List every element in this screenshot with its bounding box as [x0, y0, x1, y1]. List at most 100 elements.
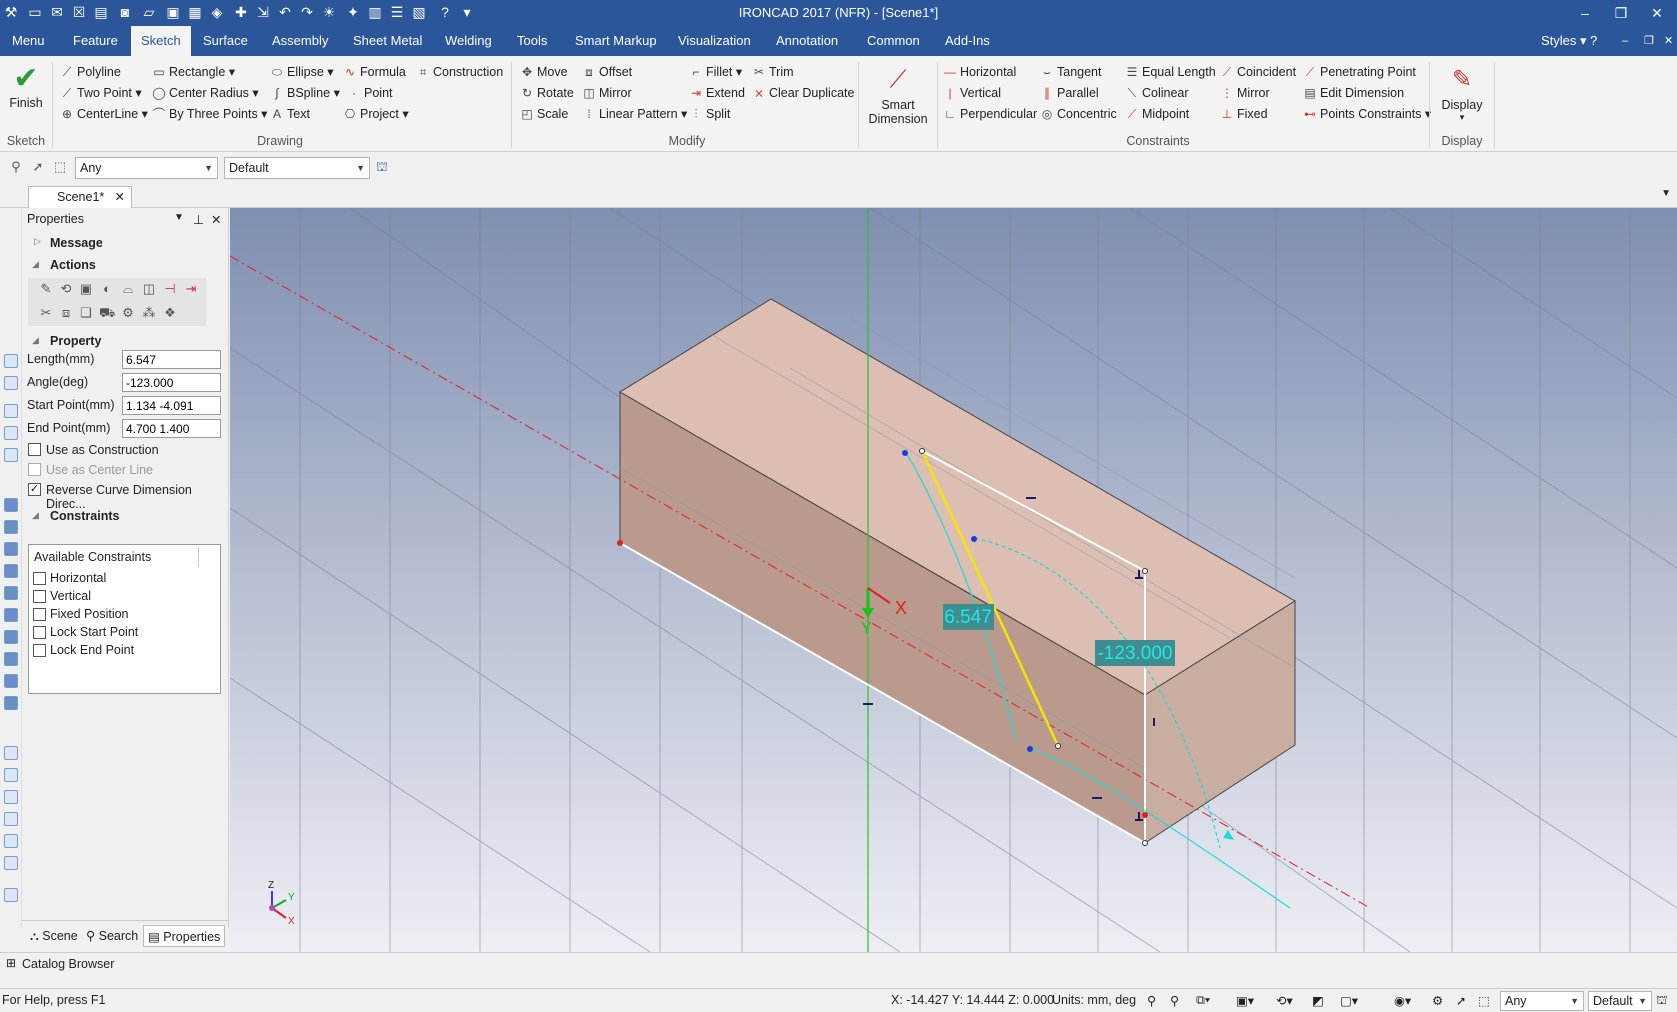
start-point-field[interactable] — [122, 396, 221, 415]
trim-button[interactable]: ✂ Trim — [752, 62, 794, 82]
equal-length-constraint-button[interactable]: ☰ Equal Length — [1125, 62, 1216, 82]
select-arrow-icon[interactable]: ➚ — [30, 159, 46, 175]
tool-icon[interactable] — [4, 746, 18, 760]
view-cube-icon[interactable]: ▣▾ — [1236, 993, 1254, 1008]
tab-add-ins[interactable]: Add-Ins — [935, 26, 1000, 56]
tool-icon[interactable] — [4, 888, 18, 902]
tab-sketch[interactable]: Sketch — [131, 26, 191, 56]
project-button[interactable]: ⎔ Project ▾ — [343, 104, 409, 124]
display-button[interactable]: ✎ Display ▾ — [1434, 62, 1490, 123]
snap-settings-icon[interactable]: ⚙ — [1432, 993, 1443, 1008]
property-section[interactable]: Property — [50, 334, 101, 348]
linear-pattern-button[interactable]: ⁞ Linear Pattern ▾ — [582, 104, 687, 124]
tab-welding[interactable]: Welding — [435, 26, 502, 56]
clear-duplicate-button[interactable]: ⨯ Clear Duplicate — [752, 83, 855, 103]
edit-icon[interactable]: ✎ — [38, 281, 54, 297]
tab-tools[interactable]: Tools — [507, 26, 557, 56]
sphere-icon[interactable] — [4, 564, 18, 578]
message-section[interactable]: Message — [50, 236, 103, 250]
angle-field[interactable] — [122, 373, 221, 392]
vertical-constraint-button[interactable]: | Vertical — [943, 83, 1001, 103]
tangent-constraint-button[interactable]: ⌣ Tangent — [1040, 62, 1101, 82]
ribbon-close-icon[interactable]: ✕ — [1654, 26, 1677, 56]
horizontal-checkbox[interactable] — [33, 572, 46, 585]
coincident-constraint-button[interactable]: ⟋ Coincident — [1220, 62, 1296, 82]
selection-filter-dropdown[interactable]: Any ▼ — [75, 157, 218, 179]
copy-icon[interactable]: ❏ — [78, 305, 94, 321]
polyline-button[interactable]: ⟋ Polyline — [60, 62, 121, 82]
tool-icon[interactable] — [4, 834, 18, 848]
close-button[interactable]: ✕ — [1643, 2, 1671, 24]
point-button[interactable]: · Point — [347, 83, 393, 103]
finish-button[interactable]: ✔ Finish — [4, 62, 48, 110]
penetrating-point-button[interactable]: ⟋ Penetrating Point — [1303, 62, 1416, 82]
fillet-button[interactable]: ⌐ Fillet ▾ — [689, 62, 742, 82]
lock-start-point-checkbox[interactable] — [33, 626, 46, 639]
select-arrow-icon[interactable]: ➚ — [1456, 993, 1466, 1008]
view-icon[interactable]: ⧉▾ — [1196, 993, 1210, 1008]
tab-search[interactable]: ⚲ Search — [82, 925, 142, 947]
edit-dimension-button[interactable]: ▤ Edit Dimension — [1303, 83, 1404, 103]
tab-scene-browser[interactable]: ⛬ Scene — [26, 925, 82, 947]
tab-list-chevron-icon[interactable]: ▼ — [1661, 188, 1671, 199]
collapse-arrow-icon[interactable]: ◢ — [32, 335, 39, 346]
formula-button[interactable]: ∿ Formula — [343, 62, 406, 82]
tool-icon[interactable] — [4, 812, 18, 826]
render-mode-icon[interactable]: ◩ — [1312, 993, 1324, 1008]
status-style-dropdown[interactable]: Default ▼ — [1588, 991, 1652, 1011]
two-point-button[interactable]: ⟋ Two Point ▾ — [60, 83, 142, 103]
gear-icon[interactable]: ⚙ — [120, 305, 136, 321]
panel-menu-icon[interactable]: ▼ — [174, 212, 184, 223]
tab-annotation[interactable]: Annotation — [766, 26, 848, 56]
catalog-icon[interactable] — [4, 354, 18, 368]
plate-icon[interactable] — [4, 674, 18, 688]
actions-section[interactable]: Actions — [50, 258, 96, 272]
catalog-icon[interactable] — [4, 448, 18, 462]
close-tab-icon[interactable]: ✕ — [115, 187, 125, 207]
length-field[interactable] — [122, 350, 221, 369]
tab-smart-markup[interactable]: Smart Markup — [565, 26, 667, 56]
select-part-icon[interactable]: ⚲ — [8, 159, 24, 175]
sweep-icon[interactable]: ⌓ — [120, 281, 136, 297]
offset-tool-icon[interactable]: ⧈ — [58, 305, 74, 321]
ellipse-button[interactable]: ⬭ Ellipse ▾ — [270, 62, 334, 82]
tool-icon[interactable] — [4, 856, 18, 870]
hierarchy-icon[interactable]: ⛫ — [1656, 993, 1668, 1009]
maximize-button[interactable]: ❐ — [1607, 2, 1635, 24]
minimize-button[interactable]: – — [1571, 2, 1599, 24]
tab-feature[interactable]: Feature — [63, 26, 128, 56]
perpendicular-constraint-button[interactable]: ∟ Perpendicular — [943, 104, 1037, 124]
torus-icon[interactable] — [4, 586, 18, 600]
select-box-icon[interactable]: ⬚ — [1478, 993, 1490, 1008]
extend-line-icon[interactable]: ⇥ — [183, 281, 199, 297]
concentric-constraint-button[interactable]: ◎ Concentric — [1040, 104, 1117, 124]
shape-icon[interactable] — [4, 696, 18, 710]
style-dropdown[interactable]: Default ▼ — [224, 157, 370, 179]
midpoint-constraint-button[interactable]: ⟋ Midpoint — [1125, 104, 1189, 124]
tool-icon[interactable] — [4, 768, 18, 782]
pattern-icon[interactable]: ⁂ — [141, 305, 157, 321]
mirror-constraint-button[interactable]: ⋮ Mirror — [1220, 83, 1270, 103]
constraints-section[interactable]: Constraints — [50, 509, 119, 523]
mirror-button[interactable]: ◫ Mirror — [582, 83, 631, 103]
loft-icon[interactable]: ◫ — [141, 281, 157, 297]
status-filter-dropdown[interactable]: Any ▼ — [1500, 991, 1584, 1011]
tab-scene1[interactable]: Scene1* ✕ — [28, 186, 132, 208]
shading-icon[interactable]: ◉▾ — [1394, 993, 1411, 1008]
slot-icon[interactable] — [4, 652, 18, 666]
rectangle-button[interactable]: ▭ Rectangle ▾ — [152, 62, 235, 82]
extrude-icon[interactable]: ▣ — [78, 281, 94, 297]
text-button[interactable]: A Text — [270, 104, 310, 124]
catalog-icon[interactable] — [4, 404, 18, 418]
bspline-button[interactable]: ∫ BSpline ▾ — [270, 83, 340, 103]
tab-surface[interactable]: Surface — [193, 26, 258, 56]
colinear-constraint-button[interactable]: ⟍ Colinear — [1125, 83, 1189, 103]
horizontal-constraint-button[interactable]: — Horizontal — [943, 62, 1016, 82]
smart-dimension-button[interactable]: ⟋ Smart Dimension — [864, 62, 932, 126]
lock-end-point-checkbox[interactable] — [33, 644, 46, 657]
tab-visualization[interactable]: Visualization — [668, 26, 761, 56]
collapse-arrow-icon[interactable]: ◢ — [32, 259, 39, 270]
close-panel-icon[interactable]: ✕ — [211, 212, 221, 227]
offset-button[interactable]: ⧈ Offset — [582, 62, 632, 82]
collapse-arrow-icon[interactable]: ◢ — [32, 510, 39, 521]
